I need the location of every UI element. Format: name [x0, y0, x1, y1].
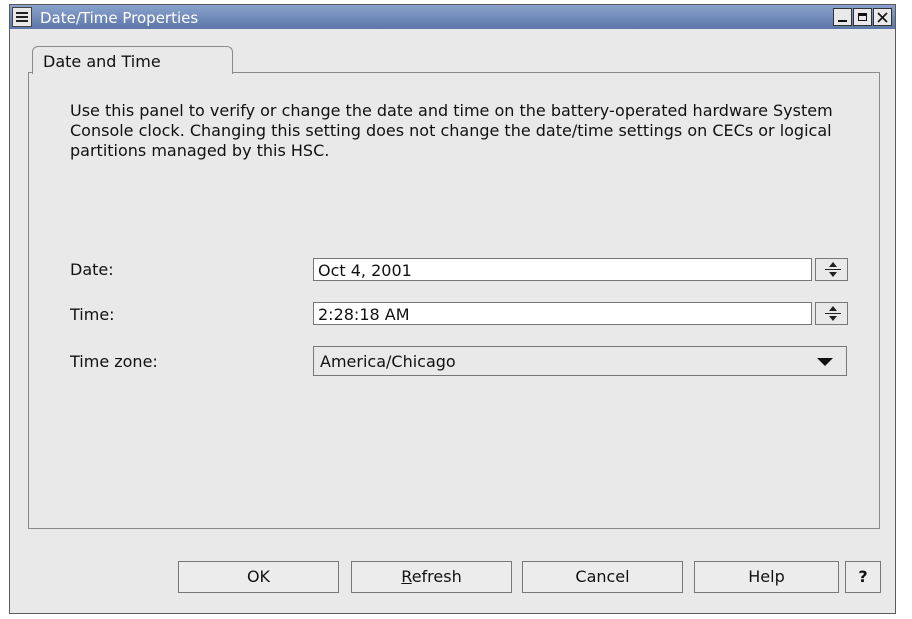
time-spinner[interactable] [815, 302, 848, 325]
refresh-button[interactable]: Refresh [351, 561, 512, 593]
cancel-button[interactable]: Cancel [522, 561, 683, 593]
minimize-icon[interactable] [833, 8, 852, 26]
refresh-mnemonic: R [401, 567, 412, 586]
spin-divider [825, 269, 841, 270]
refresh-label: efresh [411, 567, 462, 586]
close-icon[interactable] [873, 8, 892, 26]
help-button[interactable]: Help [694, 561, 839, 593]
ok-button[interactable]: OK [178, 561, 339, 593]
spin-up-icon[interactable] [829, 306, 837, 311]
spin-down-icon[interactable] [829, 272, 837, 277]
spin-divider [825, 313, 841, 314]
title-bar[interactable]: Date/Time Properties [10, 5, 895, 29]
timezone-dropdown[interactable]: America/Chicago [313, 346, 847, 376]
context-help-button[interactable]: ? [845, 561, 881, 593]
date-spinner[interactable] [815, 258, 848, 281]
spin-up-icon[interactable] [829, 262, 837, 267]
timezone-label: Time zone: [70, 352, 158, 371]
system-menu-icon[interactable] [12, 7, 32, 27]
tab-date-and-time[interactable]: Date and Time [32, 46, 233, 74]
date-label: Date: [70, 260, 114, 279]
time-field[interactable]: 2:28:18 AM [313, 302, 812, 325]
panel-description: Use this panel to verify or change the d… [70, 101, 833, 160]
maximize-icon[interactable] [853, 8, 872, 26]
window-title: Date/Time Properties [40, 9, 199, 27]
time-label: Time: [70, 305, 115, 324]
date-field[interactable]: Oct 4, 2001 [313, 258, 812, 281]
spin-down-icon[interactable] [829, 316, 837, 321]
timezone-value: America/Chicago [320, 352, 456, 371]
chevron-down-icon[interactable] [817, 358, 833, 366]
